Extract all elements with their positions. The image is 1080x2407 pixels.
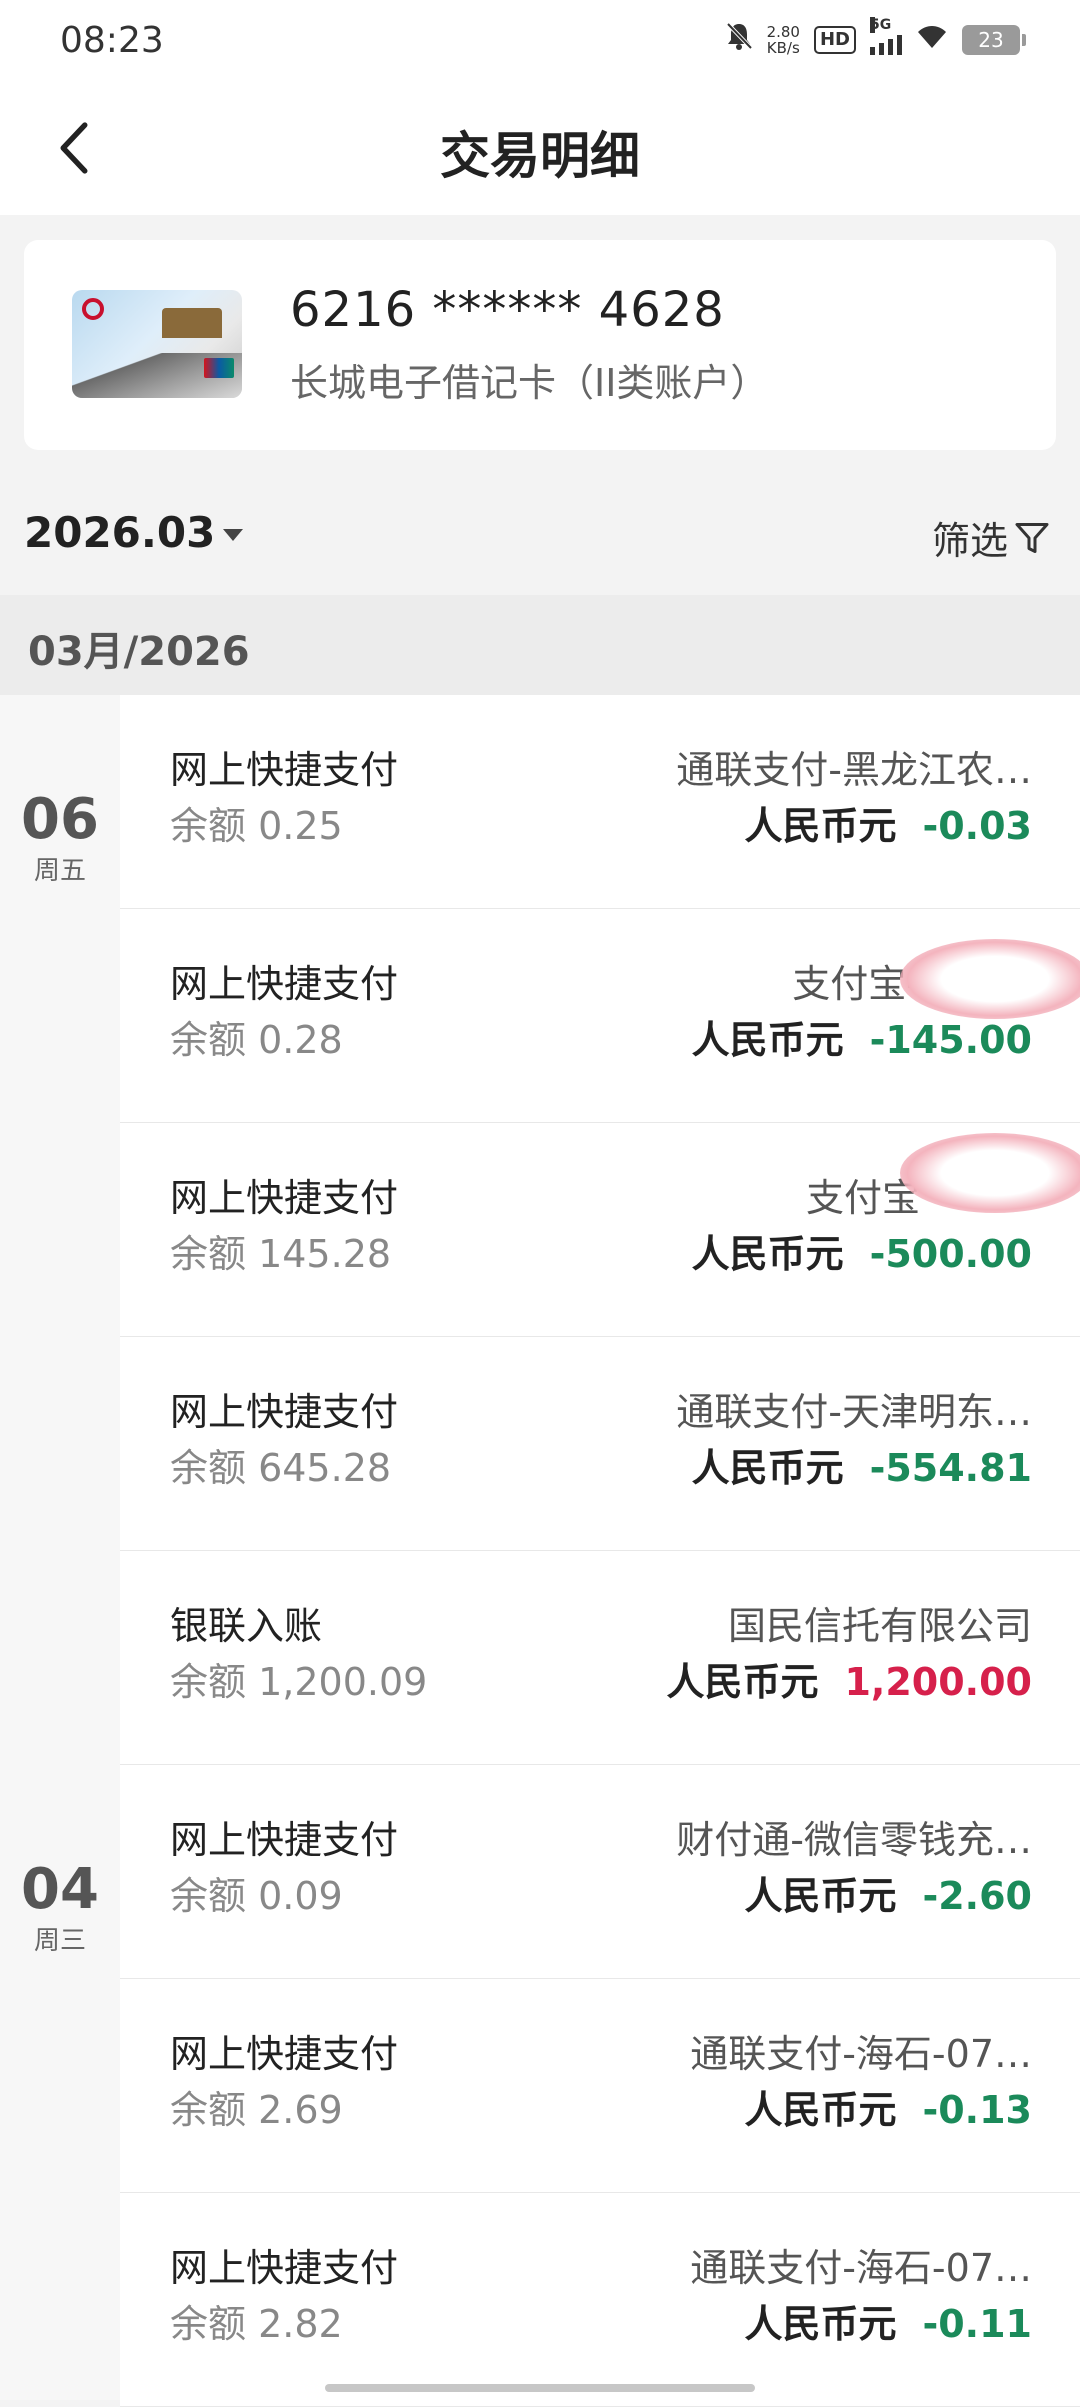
signal-icon: 5G [870,17,902,55]
amount: -0.11 [922,2302,1032,2346]
mute-bell-icon [725,21,753,59]
amount: -500.00 [869,1232,1032,1276]
day-label: 04 周三 [0,1860,120,1957]
amount-line: 人民币元 -145.00 [692,1009,1032,1064]
currency: 人民币元 [744,804,897,848]
hd-icon: HD [813,26,856,54]
caret-down-icon [223,528,244,541]
bank-card-image [72,290,242,398]
transaction-row[interactable]: 网上快捷支付 余额 645.28 通联支付-天津明东… 人民币元 -554.81 [120,1337,1080,1551]
filter-bar: 2026.03 筛选 [0,480,1080,595]
currency: 人民币元 [744,1874,897,1918]
currency: 人民币元 [691,1446,844,1490]
redaction-mark [900,939,1080,1019]
amount-line: 人民币元 -500.00 [692,1223,1032,1278]
balance: 余额 145.28 [170,1232,392,1276]
weekday: 周三 [33,1926,86,1956]
balance: 余额 0.25 [170,804,343,848]
counterparty: 财付通-微信零钱充… [676,1818,1032,1862]
wifi-icon [916,23,948,58]
amount: -554.81 [869,1446,1032,1490]
unionpay-logo-icon [204,358,234,378]
currency: 人民币元 [691,1018,844,1062]
transaction-rows: 网上快捷支付 余额 0.25 通联支付-黑龙江农… 人民币元 -0.03 网上快捷… [120,695,1080,2407]
status-time: 08:23 [60,19,164,61]
amount: -2.60 [922,1874,1032,1918]
currency: 人民币元 [744,2302,897,2346]
bank-logo-icon [82,298,104,320]
transaction-type: 网上快捷支付 [170,2246,399,2290]
counterparty: 通联支付-天津明东… [676,1390,1032,1434]
transaction-row[interactable]: 网上快捷支付 余额 145.28 支付宝 人民币元 -500.00 [120,1123,1080,1337]
month-label: 2026.03 [24,508,216,557]
amount-line: 人民币元 -0.11 [744,2293,1032,2348]
amount-line: 人民币元 -0.03 [744,795,1032,850]
battery-icon: 23 [962,25,1026,55]
counterparty: 通联支付-黑龙江农… [676,748,1032,792]
card-number: 6216 ****** 4628 [290,282,725,338]
transaction-row[interactable]: 网上快捷支付 余额 2.82 通联支付-海石-07… 人民币元 -0.11 [120,2193,1080,2407]
net-speed-value: 2.80 [766,23,800,41]
filter-button[interactable]: 筛选 [932,510,1050,565]
redaction-mark [900,1133,1080,1213]
status-bar: 08:23 2.80 KB/s HD 5G 23 [0,0,1080,80]
day-number: 04 [21,1857,99,1922]
nav-header: 交易明细 [0,80,1080,215]
currency: 人民币元 [691,1232,844,1276]
transaction-row[interactable]: 网上快捷支付 余额 0.28 支付宝- 人民币元 -145.00 [120,909,1080,1123]
transaction-list: 06 周五 04 周三 网上快捷支付 余额 0.25 通联支付-黑龙江农… 人民… [0,695,1080,2407]
amount: -0.13 [922,2088,1032,2132]
day-label: 06 周五 [0,790,120,887]
amount-line: 人民币元 1,200.00 [666,1651,1032,1706]
transaction-type: 网上快捷支付 [170,962,399,1006]
counterparty: 国民信托有限公司 [727,1604,1032,1648]
transaction-type: 银联入账 [170,1604,323,1648]
balance: 余额 0.28 [170,1018,343,1062]
counterparty: 通联支付-海石-07… [690,2246,1032,2290]
home-indicator[interactable] [325,2384,755,2392]
amount: -145.00 [869,1018,1032,1062]
transaction-type: 网上快捷支付 [170,2032,399,2076]
amount-line: 人民币元 -0.13 [744,2079,1032,2134]
status-icons: 2.80 KB/s HD 5G 23 [725,17,1026,59]
transaction-type: 网上快捷支付 [170,1818,399,1862]
counterparty: 通联支付-海石-07… [690,2032,1032,2076]
net-speed-unit: KB/s [766,39,800,57]
signal-label: 5G [870,17,892,33]
day-number: 06 [21,787,99,852]
transaction-row[interactable]: 网上快捷支付 余额 2.69 通联支付-海石-07… 人民币元 -0.13 [120,1979,1080,2193]
balance: 余额 1,200.09 [170,1660,428,1704]
amount-line: 人民币元 -554.81 [692,1437,1032,1492]
account-card[interactable]: 6216 ****** 4628 长城电子借记卡（II类账户） [24,240,1056,450]
month-group-label: 03月/2026 [28,629,250,675]
funnel-icon [1015,522,1049,553]
transaction-row[interactable]: 网上快捷支付 余额 0.25 通联支付-黑龙江农… 人民币元 -0.03 [120,695,1080,909]
currency: 人民币元 [744,2088,897,2132]
day-column: 06 周五 04 周三 [0,695,120,2400]
currency: 人民币元 [666,1660,819,1704]
balance: 余额 0.09 [170,1874,343,1918]
great-wall-graphic [162,308,222,338]
month-group-header: 03月/2026 [0,595,1080,695]
amount: 1,200.00 [844,1660,1032,1704]
net-speed: 2.80 KB/s [767,24,800,56]
balance: 余额 645.28 [170,1446,392,1490]
transaction-type: 网上快捷支付 [170,748,399,792]
month-selector[interactable]: 2026.03 [24,508,244,557]
transaction-row[interactable]: 网上快捷支付 余额 0.09 财付通-微信零钱充… 人民币元 -2.60 [120,1765,1080,1979]
page-title: 交易明细 [440,127,640,185]
card-type: 长城电子借记卡（II类账户） [290,361,769,405]
transaction-type: 网上快捷支付 [170,1390,399,1434]
weekday: 周五 [33,856,86,886]
filter-label: 筛选 [931,519,1008,563]
transaction-row[interactable]: 银联入账 余额 1,200.09 国民信托有限公司 人民币元 1,200.00 [120,1551,1080,1765]
balance: 余额 2.69 [170,2088,343,2132]
amount-line: 人民币元 -2.60 [744,1865,1032,1920]
amount: -0.03 [922,804,1032,848]
transaction-type: 网上快捷支付 [170,1176,399,1220]
balance: 余额 2.82 [170,2302,343,2346]
